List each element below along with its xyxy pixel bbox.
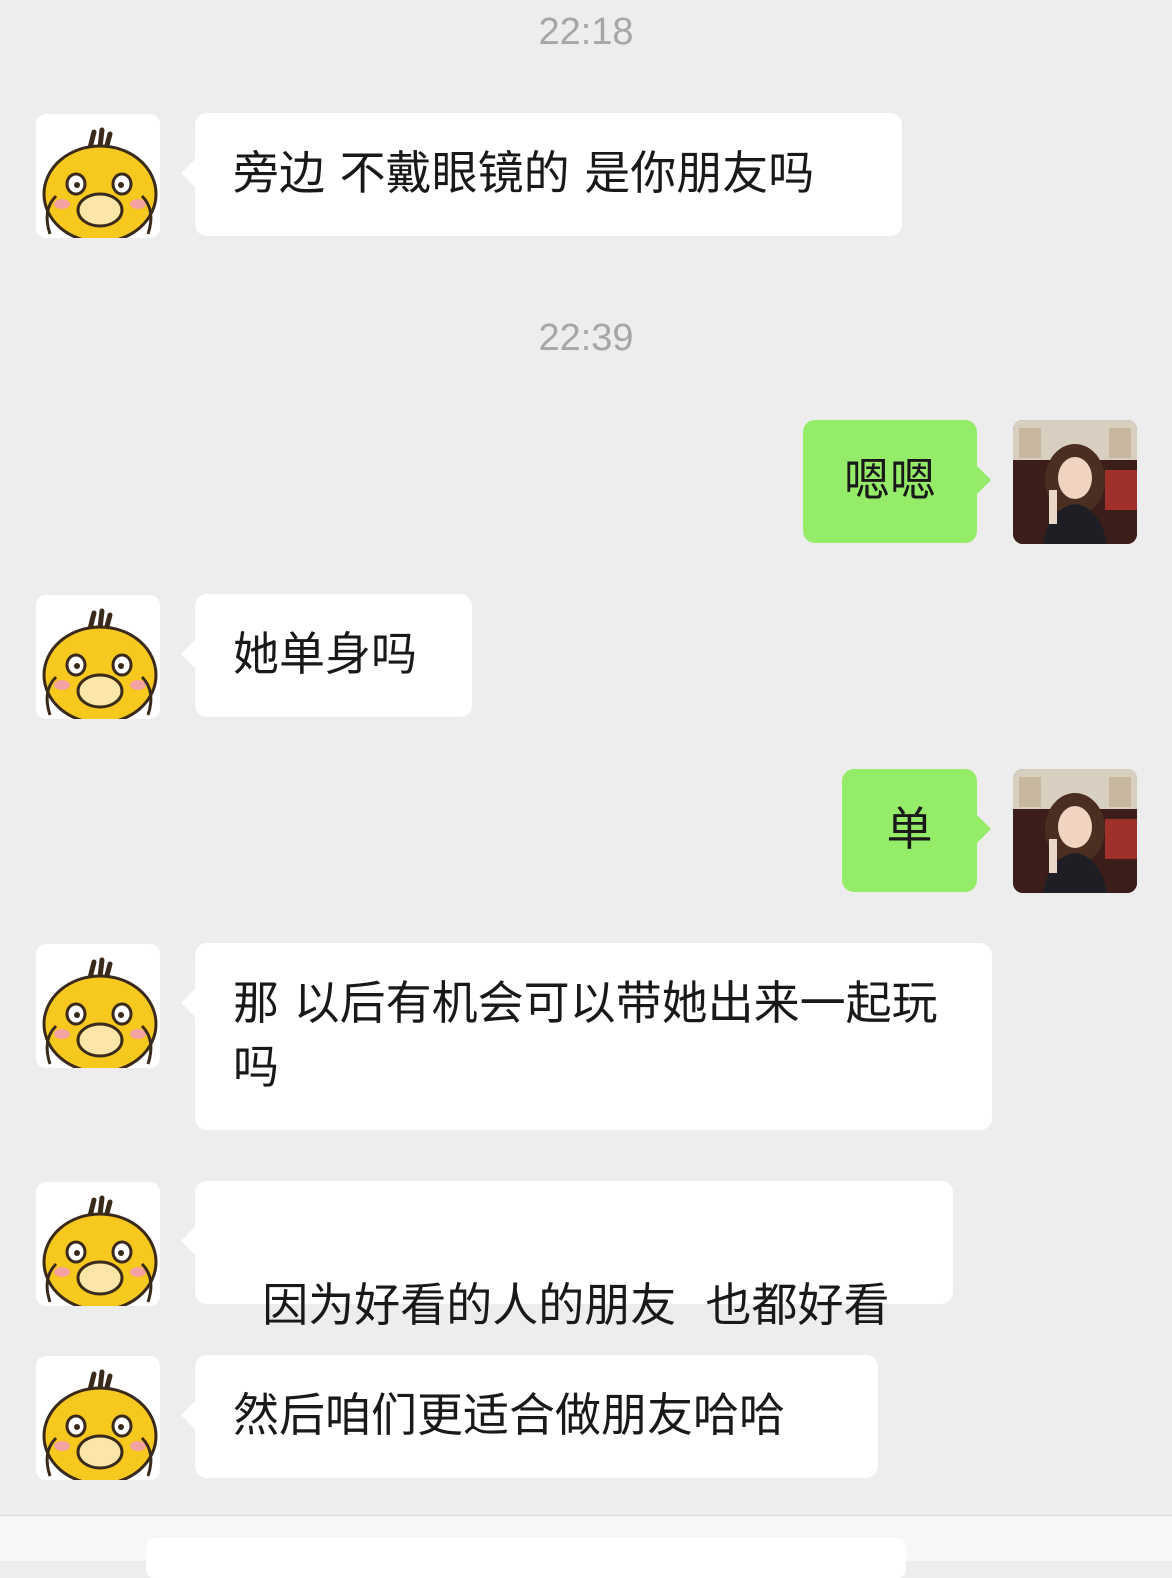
message-text: 旁边 不戴眼镜的 是你朋友吗 <box>233 146 815 200</box>
message-bubble-incoming[interactable]: 她单身吗 <box>181 594 472 717</box>
message-text: 因为好看的人的朋友 也都好看 <box>262 1278 890 1332</box>
message-text: 然后咱们更适合做朋友哈哈 <box>233 1388 785 1442</box>
message-text: 单 <box>886 802 933 856</box>
message-bubble-incoming[interactable]: 那 以后有机会可以带她出来一起玩吗 <box>181 943 992 1130</box>
message-bubble-incoming[interactable]: 因为好看的人的朋友 也都好看 <box>181 1181 953 1332</box>
duck-avatar-icon[interactable] <box>36 1182 160 1306</box>
message-bubble-outgoing[interactable]: 嗯嗯 <box>803 420 991 543</box>
message-bubble-incoming[interactable]: 然后咱们更适合做朋友哈哈 <box>181 1355 878 1478</box>
message-input[interactable] <box>146 1538 906 1578</box>
profile-photo-avatar-icon[interactable] <box>1013 769 1137 893</box>
message-bubble-incoming[interactable]: 旁边 不戴眼镜的 是你朋友吗 <box>181 113 902 236</box>
duck-avatar-icon[interactable] <box>36 114 160 238</box>
duck-avatar-icon[interactable] <box>36 944 160 1068</box>
profile-photo-avatar-icon[interactable] <box>1013 420 1137 544</box>
duck-avatar-icon[interactable] <box>36 595 160 719</box>
message-bubble-outgoing[interactable]: 单 <box>842 769 991 892</box>
message-text: 那 以后有机会可以带她出来一起玩吗 <box>233 976 938 1094</box>
duck-avatar-icon[interactable] <box>36 1356 160 1480</box>
timestamp-2: 22:39 <box>538 317 634 359</box>
timestamp-1: 22:18 <box>538 11 634 53</box>
message-text: 她单身吗 <box>233 627 417 681</box>
message-text: 嗯嗯 <box>844 453 936 507</box>
